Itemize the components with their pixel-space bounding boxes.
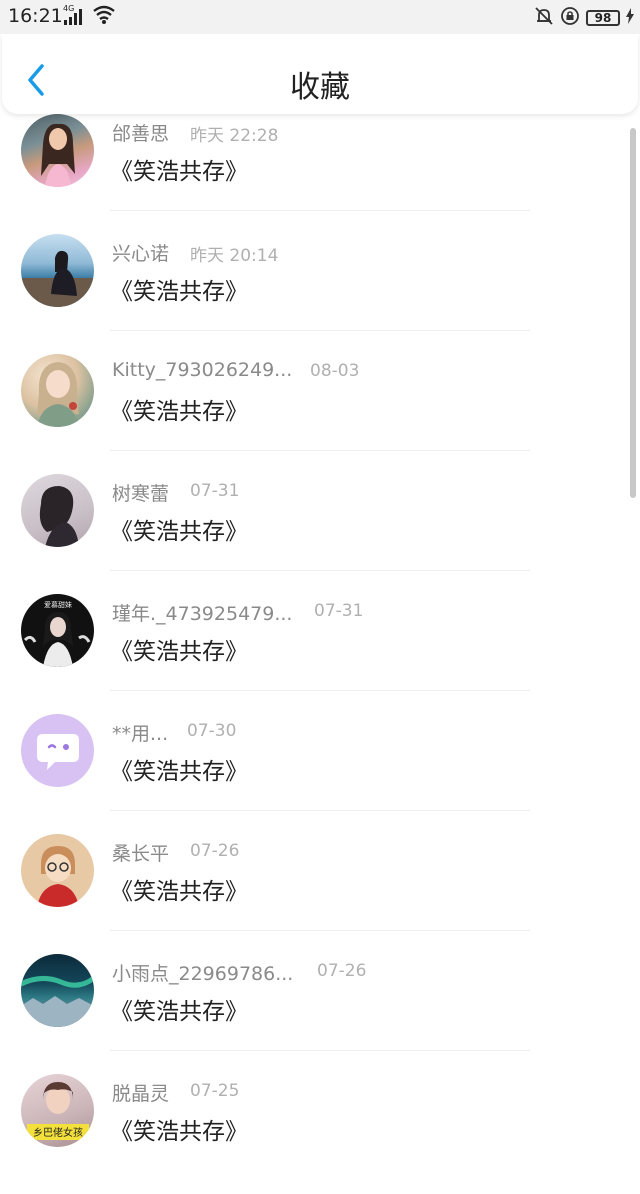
divider — [110, 450, 530, 451]
item-title: 《笑浩共存》 — [110, 879, 248, 905]
avatar[interactable]: 乡巴佬女孩 — [21, 1074, 94, 1147]
item-title: 《笑浩共存》 — [110, 759, 248, 785]
divider — [110, 690, 530, 691]
item-username: 桑长平 — [112, 843, 170, 865]
item-title: 《笑浩共存》 — [110, 399, 248, 425]
item-time: 07-25 — [190, 1081, 240, 1101]
divider — [110, 570, 530, 571]
avatar-badge: 爱慕甜妹 — [44, 600, 72, 609]
item-username: 树寒蕾 — [112, 483, 170, 505]
avatar[interactable] — [21, 114, 94, 187]
item-username: 小雨点_22969786... — [112, 963, 294, 985]
list-item[interactable]: 桑长平 07-26 《笑浩共存》 — [0, 834, 640, 954]
network-type: 4G — [63, 4, 75, 13]
list-item[interactable]: 树寒蕾 07-31 《笑浩共存》 — [0, 474, 640, 594]
item-title: 《笑浩共存》 — [110, 519, 248, 545]
item-username: 瑾年._473925479... — [112, 603, 293, 625]
nav-bar: 收藏 — [2, 34, 638, 114]
item-time: 07-31 — [190, 481, 240, 501]
avatar[interactable] — [21, 354, 94, 427]
item-time: 昨天 20:14 — [190, 246, 279, 266]
avatar[interactable] — [21, 234, 94, 307]
item-title: 《笑浩共存》 — [110, 1119, 248, 1145]
mute-bell-icon — [534, 6, 554, 30]
avatar[interactable] — [21, 834, 94, 907]
item-username: Kitty_793026249... — [112, 359, 293, 381]
wifi-icon — [92, 5, 116, 29]
list-item[interactable]: 乡巴佬女孩 脱晶灵 07-25 《笑浩共存》 — [0, 1074, 640, 1194]
item-time: 07-31 — [314, 601, 364, 621]
item-time: 07-30 — [187, 721, 237, 741]
list-item[interactable]: 小雨点_22969786... 07-26 《笑浩共存》 — [0, 954, 640, 1074]
divider — [110, 930, 530, 931]
item-time: 07-26 — [190, 841, 240, 861]
favorites-list: 邰善思 昨天 22:28 《笑浩共存》 兴心诺 昨天 20:14 《笑浩共存》 — [0, 114, 640, 1194]
lock-rotation-icon — [560, 6, 580, 30]
signal-icon: 4G — [62, 4, 86, 26]
avatar[interactable] — [21, 474, 94, 547]
list-item[interactable]: Kitty_793026249... 08-03 《笑浩共存》 — [0, 354, 640, 474]
list-item[interactable]: 兴心诺 昨天 20:14 《笑浩共存》 — [0, 234, 640, 354]
item-username: 兴心诺 — [112, 243, 170, 265]
avatar[interactable]: 爱慕甜妹 — [21, 594, 94, 667]
avatar[interactable] — [21, 954, 94, 1027]
item-username: **用... — [112, 723, 169, 745]
item-time: 昨天 22:28 — [190, 126, 279, 146]
list-item[interactable]: 邰善思 昨天 22:28 《笑浩共存》 — [0, 114, 640, 234]
divider — [110, 330, 530, 331]
chat-bubble-icon — [37, 734, 79, 770]
charging-icon — [626, 8, 634, 28]
item-username: 脱晶灵 — [112, 1083, 170, 1105]
battery-icon: 98 — [586, 10, 620, 26]
page-title: 收藏 — [290, 70, 350, 105]
item-time: 07-26 — [317, 961, 367, 981]
item-time: 08-03 — [310, 361, 360, 381]
divider — [110, 210, 530, 211]
item-title: 《笑浩共存》 — [110, 279, 248, 305]
item-title: 《笑浩共存》 — [110, 639, 248, 665]
avatar-badge: 乡巴佬女孩 — [33, 1126, 83, 1139]
divider — [110, 1050, 530, 1051]
list-item[interactable]: **用... 07-30 《笑浩共存》 — [0, 714, 640, 834]
status-bar: 16:21 4G 98 — [0, 0, 640, 34]
item-username: 邰善思 — [112, 123, 170, 145]
status-time: 16:21 — [8, 5, 63, 27]
avatar[interactable] — [21, 714, 94, 787]
item-title: 《笑浩共存》 — [110, 159, 248, 185]
item-title: 《笑浩共存》 — [110, 999, 248, 1025]
scrollbar[interactable] — [630, 128, 636, 498]
list-item[interactable]: 爱慕甜妹 瑾年._473925479... 07-31 《笑浩共存》 — [0, 594, 640, 714]
divider — [110, 810, 530, 811]
